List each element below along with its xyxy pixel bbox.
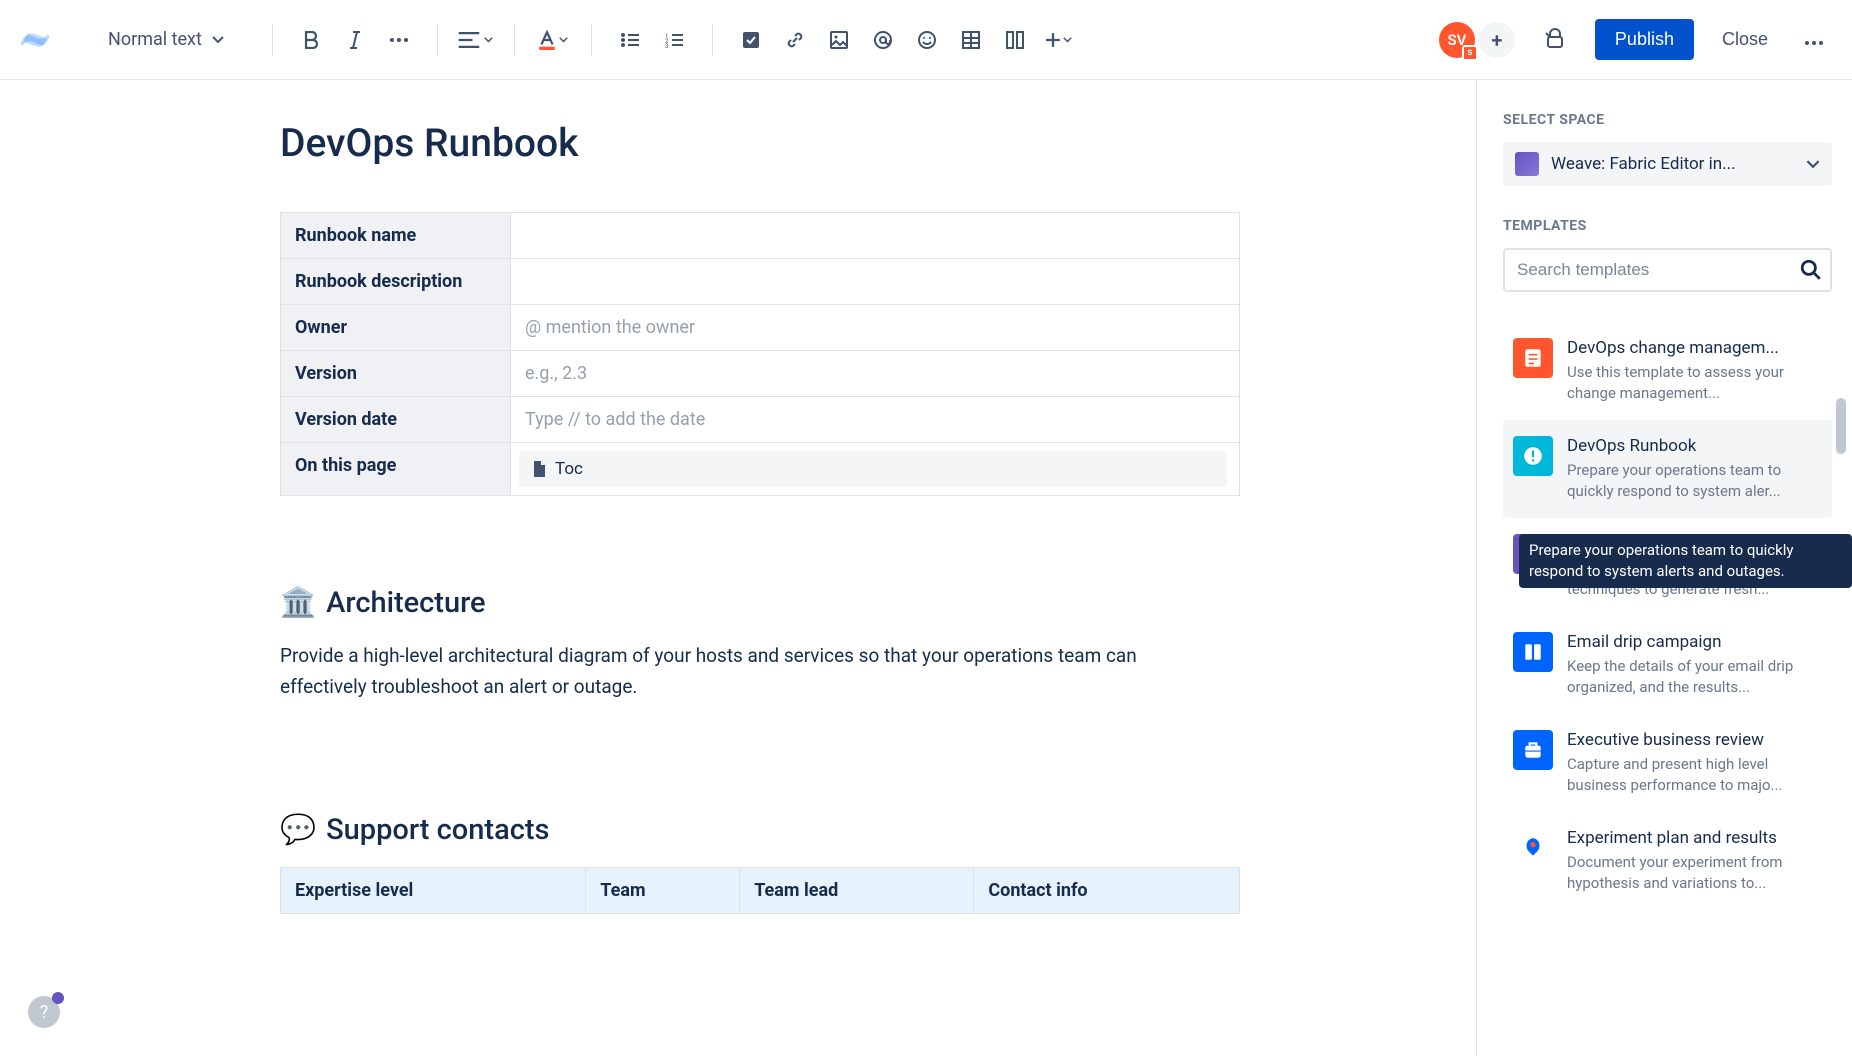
confluence-logo bbox=[20, 25, 50, 55]
template-desc: Document your experiment from hypothesis… bbox=[1567, 852, 1822, 894]
meta-label: Owner bbox=[281, 305, 511, 351]
mention-button[interactable] bbox=[865, 22, 901, 58]
meta-label: Runbook description bbox=[281, 259, 511, 305]
text-style-selector[interactable]: Normal text bbox=[98, 23, 234, 56]
template-icon bbox=[1513, 828, 1553, 868]
link-button[interactable] bbox=[777, 22, 813, 58]
template-desc: Capture and present high level business … bbox=[1567, 754, 1822, 796]
bold-button[interactable] bbox=[293, 22, 329, 58]
invite-button[interactable]: + bbox=[1479, 22, 1515, 58]
template-icon bbox=[1513, 730, 1553, 770]
help-button[interactable]: ? bbox=[28, 996, 60, 1028]
image-button[interactable] bbox=[821, 22, 857, 58]
toc-label: Toc bbox=[555, 459, 583, 479]
support-contacts-table[interactable]: Expertise level Team Team lead Contact i… bbox=[280, 867, 1240, 914]
search-icon bbox=[1800, 259, 1822, 281]
space-icon bbox=[1515, 152, 1539, 176]
action-item-button[interactable] bbox=[733, 22, 769, 58]
meta-value[interactable] bbox=[511, 259, 1240, 305]
heading-text: Architecture bbox=[326, 586, 486, 620]
speech-bubble-icon: 💬 bbox=[280, 813, 316, 847]
template-sidebar: SELECT SPACE Weave: Fabric Editor in... … bbox=[1476, 80, 1852, 1056]
space-name: Weave: Fabric Editor in... bbox=[1551, 154, 1794, 174]
editor-toolbar: Normal text 123 SV s + Publish Close bbox=[0, 0, 1852, 80]
meta-value[interactable]: e.g., 2.3 bbox=[511, 351, 1240, 397]
building-icon: 🏛️ bbox=[280, 586, 316, 620]
bullet-list-button[interactable] bbox=[612, 22, 648, 58]
restrictions-button[interactable] bbox=[1543, 26, 1567, 54]
divider bbox=[591, 24, 592, 56]
template-title: Email drip campaign bbox=[1567, 632, 1822, 652]
divider bbox=[514, 24, 515, 56]
align-button[interactable] bbox=[458, 22, 494, 58]
templates-label: TEMPLATES bbox=[1503, 218, 1832, 234]
template-tooltip: Prepare your operations team to quickly … bbox=[1519, 534, 1852, 588]
meta-value[interactable] bbox=[511, 213, 1240, 259]
template-desc: Prepare your operations team to quickly … bbox=[1567, 460, 1822, 502]
text-style-label: Normal text bbox=[108, 29, 202, 50]
column-header: Team bbox=[586, 867, 740, 913]
space-selector[interactable]: Weave: Fabric Editor in... bbox=[1503, 142, 1832, 186]
chevron-down-icon bbox=[1806, 160, 1820, 169]
template-item-email-drip[interactable]: Email drip campaign Keep the details of … bbox=[1503, 616, 1832, 714]
editor-pane[interactable]: DevOps Runbook Runbook name Runbook desc… bbox=[0, 80, 1476, 1056]
toc-macro[interactable]: Toc bbox=[519, 451, 1227, 487]
meta-label: Version date bbox=[281, 397, 511, 443]
template-icon bbox=[1513, 632, 1553, 672]
meta-label: Runbook name bbox=[281, 213, 511, 259]
meta-value[interactable]: @ mention the owner bbox=[511, 305, 1240, 351]
template-title: Experiment plan and results bbox=[1567, 828, 1822, 848]
insert-button[interactable] bbox=[1041, 22, 1077, 58]
template-title: DevOps Runbook bbox=[1567, 436, 1822, 456]
template-item-devops-change[interactable]: DevOps change managem... Use this templa… bbox=[1503, 322, 1832, 420]
template-list: DevOps change managem... Use this templa… bbox=[1503, 322, 1832, 910]
more-actions-button[interactable] bbox=[1796, 22, 1832, 57]
table-button[interactable] bbox=[953, 22, 989, 58]
emoji-button[interactable] bbox=[909, 22, 945, 58]
support-contacts-heading[interactable]: 💬 Support contacts bbox=[280, 813, 1240, 847]
meta-value-toc[interactable]: Toc bbox=[511, 443, 1240, 496]
template-title: Executive business review bbox=[1567, 730, 1822, 750]
template-item-devops-runbook[interactable]: DevOps Runbook Prepare your operations t… bbox=[1503, 420, 1832, 518]
template-desc: Use this template to assess your change … bbox=[1567, 362, 1822, 404]
divider bbox=[712, 24, 713, 56]
select-space-label: SELECT SPACE bbox=[1503, 112, 1832, 128]
chevron-down-icon bbox=[212, 36, 224, 44]
avatar-badge: s bbox=[1462, 45, 1478, 61]
template-item-experiment-plan[interactable]: Experiment plan and results Document you… bbox=[1503, 812, 1832, 910]
template-search-input[interactable] bbox=[1503, 248, 1832, 292]
svg-text:3: 3 bbox=[665, 43, 668, 48]
column-header: Expertise level bbox=[281, 867, 586, 913]
heading-text: Support contacts bbox=[326, 813, 549, 847]
architecture-heading[interactable]: 🏛️ Architecture bbox=[280, 586, 1240, 620]
meta-value[interactable]: Type // to add the date bbox=[511, 397, 1240, 443]
meta-label: Version bbox=[281, 351, 511, 397]
text-color-button[interactable] bbox=[535, 22, 571, 58]
meta-label: On this page bbox=[281, 443, 511, 496]
collaborators: SV s + bbox=[1439, 22, 1515, 58]
scrollbar-thumb[interactable] bbox=[1836, 398, 1846, 454]
user-avatar[interactable]: SV s bbox=[1439, 22, 1475, 58]
template-icon bbox=[1513, 338, 1553, 378]
publish-button[interactable]: Publish bbox=[1595, 19, 1694, 60]
divider bbox=[272, 24, 273, 56]
column-header: Contact info bbox=[974, 867, 1240, 913]
close-button[interactable]: Close bbox=[1702, 19, 1788, 60]
more-formatting-button[interactable] bbox=[381, 22, 417, 58]
architecture-description[interactable]: Provide a high-level architectural diagr… bbox=[280, 640, 1160, 703]
template-item-executive-review[interactable]: Executive business review Capture and pr… bbox=[1503, 714, 1832, 812]
runbook-meta-table[interactable]: Runbook name Runbook description Owner@ … bbox=[280, 212, 1240, 496]
number-list-button[interactable]: 123 bbox=[656, 22, 692, 58]
template-desc: Keep the details of your email drip orga… bbox=[1567, 656, 1822, 698]
document-icon bbox=[531, 460, 547, 478]
italic-button[interactable] bbox=[337, 22, 373, 58]
divider bbox=[437, 24, 438, 56]
page-title[interactable]: DevOps Runbook bbox=[280, 120, 1240, 166]
column-header: Team lead bbox=[740, 867, 974, 913]
template-title: DevOps change managem... bbox=[1567, 338, 1822, 358]
template-icon bbox=[1513, 436, 1553, 476]
layouts-button[interactable] bbox=[997, 22, 1033, 58]
